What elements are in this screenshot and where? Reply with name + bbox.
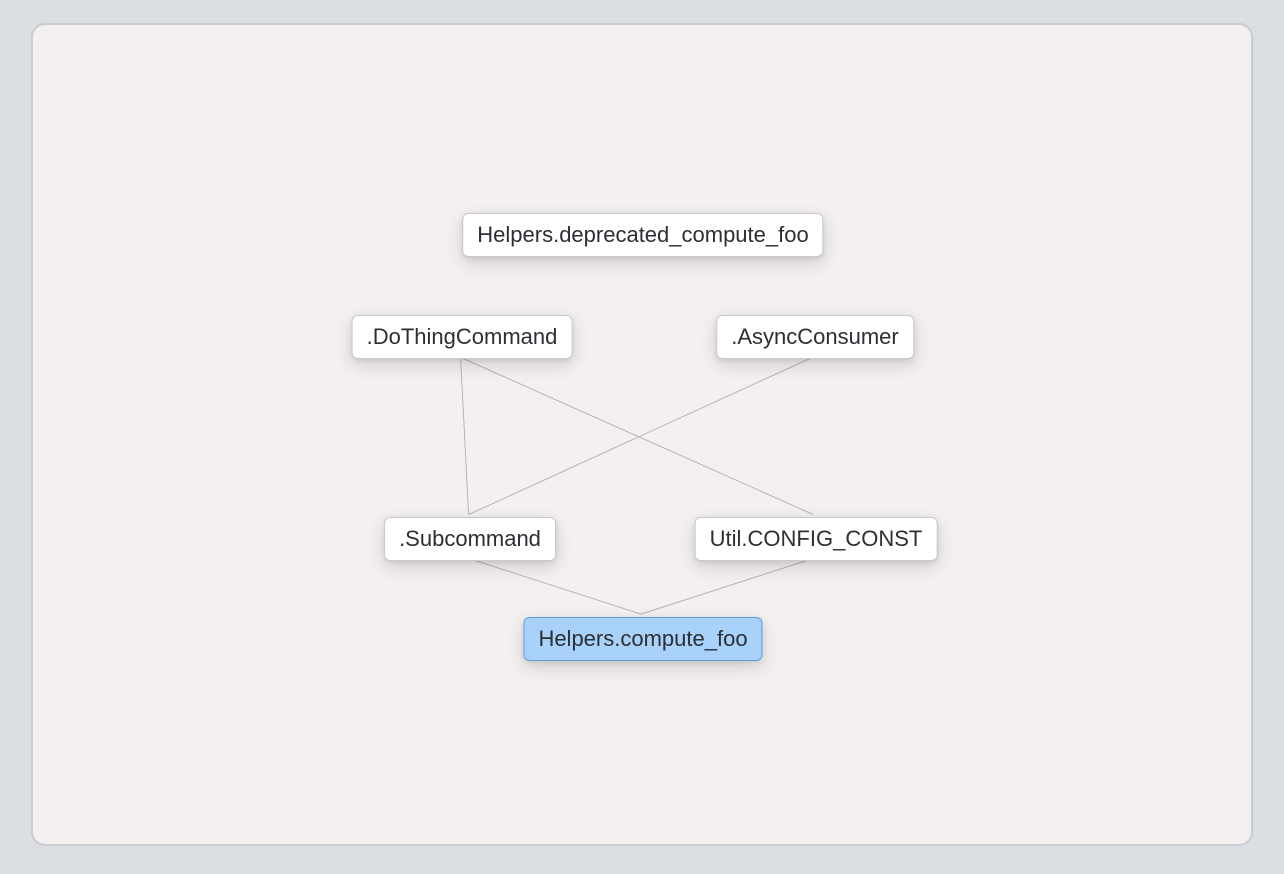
- graph-node[interactable]: .DoThingCommand: [352, 315, 573, 359]
- graph-node[interactable]: .AsyncConsumer: [716, 315, 914, 359]
- node-label: Helpers.deprecated_compute_foo: [477, 222, 808, 247]
- edges-layer: [33, 25, 1251, 844]
- graph-node[interactable]: .Subcommand: [384, 517, 556, 561]
- graph-node-selected[interactable]: Helpers.compute_foo: [523, 617, 762, 661]
- graph-node[interactable]: Helpers.deprecated_compute_foo: [462, 213, 823, 257]
- node-label: Helpers.compute_foo: [538, 626, 747, 651]
- node-label: .AsyncConsumer: [731, 324, 899, 349]
- node-label: .Subcommand: [399, 526, 541, 551]
- graph-canvas[interactable]: Helpers.deprecated_compute_foo .DoThingC…: [31, 23, 1253, 846]
- graph-node[interactable]: Util.CONFIG_CONST: [695, 517, 938, 561]
- node-label: Util.CONFIG_CONST: [710, 526, 923, 551]
- node-label: .DoThingCommand: [367, 324, 558, 349]
